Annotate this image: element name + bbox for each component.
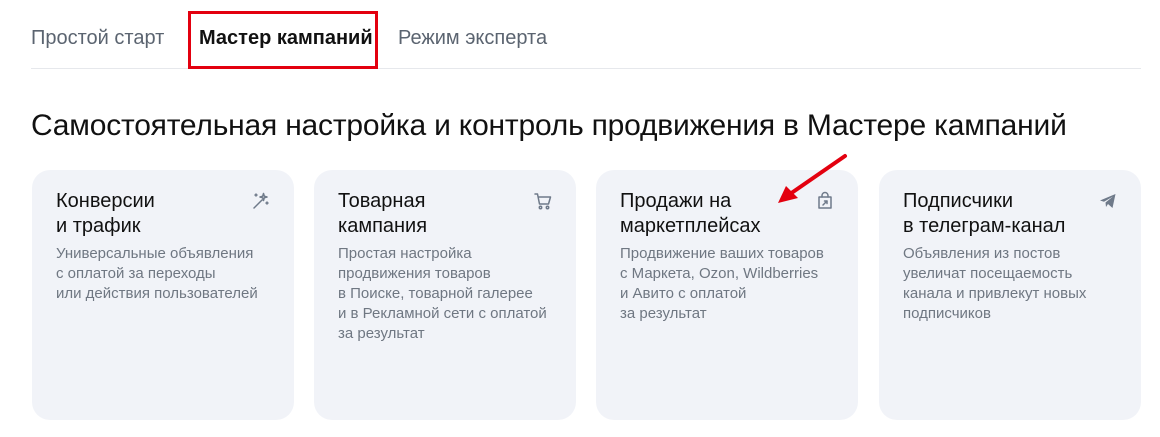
card-product-campaign[interactable]: Товарная кампания Простая настройка прод… — [314, 170, 576, 420]
card-description: Универсальные объявления с оплатой за пе… — [56, 245, 258, 302]
card-title: Продажи на маркетплейсах — [620, 190, 761, 237]
tab-simple-start[interactable]: Простой старт — [31, 25, 164, 51]
card-marketplace-sales[interactable]: Продажи на маркетплейсах Продвижение ваш… — [596, 170, 858, 420]
card-telegram-subscribers[interactable]: Подписчики в телеграм-канал Объявления и… — [879, 170, 1141, 420]
mode-tabs: Простой старт Мастер кампаний Режим эксп… — [31, 0, 1141, 69]
shopping-bag-icon — [814, 190, 836, 212]
card-title: Товарная кампания — [338, 190, 428, 237]
page-heading: Самостоятельная настройка и контроль про… — [31, 109, 1067, 142]
card-description: Объявления из постов увеличат посещаемос… — [903, 245, 1087, 322]
magic-wand-icon — [250, 190, 272, 212]
cart-icon — [532, 190, 554, 212]
card-description: Продвижение ваших товаров с Маркета, Ozo… — [620, 245, 824, 322]
card-title: Подписчики в телеграм-канал — [903, 190, 1066, 237]
tab-expert-mode[interactable]: Режим эксперта — [398, 25, 547, 51]
paper-plane-icon — [1097, 190, 1119, 212]
page: Простой старт Мастер кампаний Режим эксп… — [0, 0, 1160, 437]
card-description: Простая настройка продвижения товаров в … — [338, 245, 547, 342]
card-conversions-traffic[interactable]: Конверсии и трафик Универсальные объявле… — [32, 170, 294, 420]
card-title: Конверсии и трафик — [56, 190, 155, 237]
tab-campaign-master[interactable]: Мастер кампаний — [199, 25, 373, 51]
